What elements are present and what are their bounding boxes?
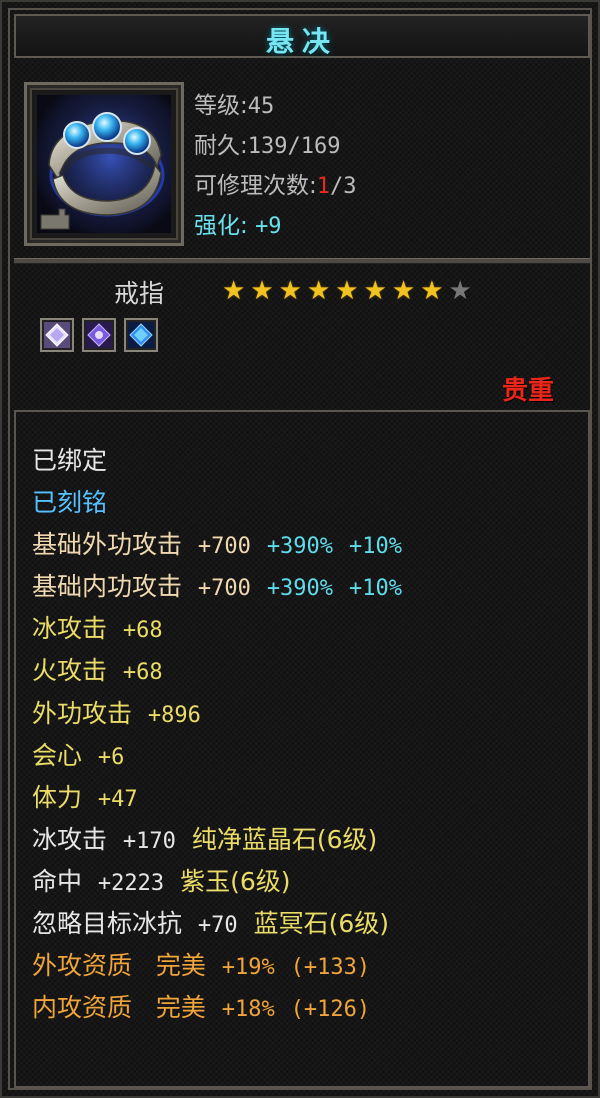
stat-label: 命中 bbox=[32, 867, 83, 896]
level-line: 等级:45 bbox=[194, 86, 274, 120]
quality-label: 外攻资质 bbox=[32, 951, 133, 980]
stat-label: 忽略目标冰抗 bbox=[32, 909, 183, 938]
divider bbox=[14, 258, 590, 264]
stat-label: 基础外功攻击 bbox=[32, 530, 183, 559]
gem-bonus-ice: 冰攻击 +170 纯净蓝晶石(6级) bbox=[32, 823, 377, 859]
gem-socket[interactable] bbox=[82, 318, 116, 352]
engraved-status: 已刻铭 bbox=[32, 488, 108, 517]
gem-name: 纯净蓝晶石(6级) bbox=[191, 825, 378, 854]
durability-value: 139/169 bbox=[247, 134, 341, 159]
stat-label: 会心 bbox=[32, 741, 83, 770]
durability-label: 耐久: bbox=[194, 133, 248, 159]
ring-with-blue-gems-icon bbox=[37, 95, 171, 233]
star-filled-icon: ★ bbox=[306, 276, 331, 306]
enhance-value: +9 bbox=[255, 214, 282, 239]
white-gem-icon bbox=[44, 322, 70, 348]
durability-line: 耐久:139/169 bbox=[194, 126, 340, 160]
stat-value: +170 bbox=[122, 829, 176, 854]
crit: 会心 +6 bbox=[32, 739, 124, 775]
gem-bonus-ice-resist: 忽略目标冰抗 +70 蓝冥石(6级) bbox=[32, 907, 389, 943]
stat-label: 火攻击 bbox=[32, 656, 108, 685]
stat-label: 外功攻击 bbox=[32, 699, 133, 728]
base-inner-attack: 基础内功攻击 +700 +390% +10% bbox=[32, 570, 402, 606]
ice-attack: 冰攻击 +68 bbox=[32, 612, 163, 648]
quality-outer: 外攻资质 完美 +19% (+133) bbox=[32, 949, 370, 985]
stat-label: 体力 bbox=[32, 783, 83, 812]
star-filled-icon: ★ bbox=[391, 276, 416, 306]
stat-value: +68 bbox=[122, 660, 163, 685]
blue-gem-icon bbox=[128, 322, 154, 348]
stat-bonus: +390% bbox=[266, 534, 334, 559]
level-label: 等级: bbox=[194, 93, 248, 119]
stat-bonus: +10% bbox=[348, 576, 402, 601]
enhance-label: 强化: bbox=[194, 213, 248, 239]
level-value: 45 bbox=[247, 94, 275, 119]
quality-bonus: (+126) bbox=[290, 997, 371, 1022]
gem-socket[interactable] bbox=[40, 318, 74, 352]
stat-value: +68 bbox=[122, 618, 163, 643]
stat-value: +70 bbox=[197, 913, 238, 938]
rarity-label: 贵重 bbox=[501, 376, 554, 406]
star-filled-icon: ★ bbox=[222, 276, 246, 306]
attribute-panel: 已绑定 已刻铭 基础外功攻击 +700 +390% +10% 基础内功攻击 +7… bbox=[14, 410, 590, 1088]
stat-value: +700 bbox=[197, 534, 251, 559]
title-bar: 悬决 bbox=[14, 14, 590, 58]
stat-value: +896 bbox=[147, 703, 201, 728]
outer-attack: 外功攻击 +896 bbox=[32, 697, 201, 733]
quality-grade: 完美 bbox=[155, 993, 206, 1022]
gem-socket[interactable] bbox=[124, 318, 158, 352]
gem-name: 蓝冥石(6级) bbox=[253, 909, 389, 938]
stat-bonus: +10% bbox=[348, 534, 402, 559]
fire-attack: 火攻击 +68 bbox=[32, 654, 163, 690]
stat-label: 冰攻击 bbox=[32, 825, 108, 854]
base-outer-attack: 基础外功攻击 +700 +390% +10% bbox=[32, 528, 402, 564]
item-icon-frame[interactable] bbox=[24, 82, 184, 246]
star-filled-icon: ★ bbox=[363, 276, 387, 306]
star-filled-icon: ★ bbox=[335, 276, 359, 306]
star-rating: ★ ★ ★ ★ ★ ★ ★ ★ ★ bbox=[222, 278, 472, 304]
stat-value: +6 bbox=[97, 745, 125, 770]
item-type: 戒指 bbox=[114, 279, 165, 308]
star-filled-icon: ★ bbox=[420, 276, 444, 306]
quality-label: 内攻资质 bbox=[32, 993, 133, 1022]
star-empty-icon: ★ bbox=[448, 276, 472, 306]
purple-gem-icon bbox=[86, 322, 112, 348]
quality-inner: 内攻资质 完美 +18% (+126) bbox=[32, 991, 370, 1027]
stat-value: +700 bbox=[197, 576, 251, 601]
gem-bonus-hit: 命中 +2223 紫玉(6级) bbox=[32, 865, 290, 901]
star-filled-icon: ★ bbox=[278, 276, 302, 306]
quality-percent: +19% bbox=[221, 955, 275, 980]
quality-grade: 完美 bbox=[155, 951, 206, 980]
repair-used: 1 bbox=[316, 174, 330, 199]
gem-sockets bbox=[40, 318, 158, 352]
repair-line: 可修理次数:1/3 bbox=[194, 166, 357, 200]
stat-bonus: +390% bbox=[266, 576, 334, 601]
gem-name: 紫玉(6级) bbox=[180, 867, 291, 896]
repair-total: /3 bbox=[330, 174, 357, 199]
item-name: 悬决 bbox=[265, 25, 338, 58]
quality-percent: +18% bbox=[221, 997, 275, 1022]
enhance-line: 强化: +9 bbox=[194, 206, 282, 240]
bound-status: 已绑定 bbox=[32, 446, 108, 475]
item-tooltip: 悬决 等级:45 耐久:139/169 可修理次数:1/3 强化: +9 戒指 … bbox=[0, 0, 600, 1098]
quality-bonus: (+133) bbox=[290, 955, 371, 980]
stat-value: +2223 bbox=[97, 871, 165, 896]
stat-label: 基础内功攻击 bbox=[32, 572, 183, 601]
stamina: 体力 +47 bbox=[32, 781, 138, 817]
stat-value: +47 bbox=[97, 787, 138, 812]
repair-label: 可修理次数: bbox=[194, 173, 317, 199]
stat-label: 冰攻击 bbox=[32, 614, 108, 643]
star-filled-icon: ★ bbox=[250, 276, 274, 306]
